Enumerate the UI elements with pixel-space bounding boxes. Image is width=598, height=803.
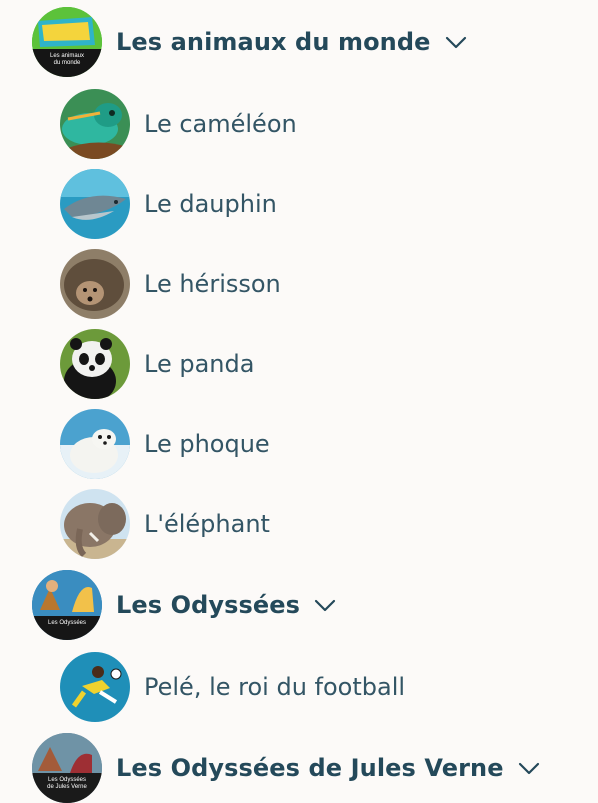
thumbnail-caption: Les animaux	[49, 53, 85, 59]
series-thumbnail: Les animaux du monde	[32, 7, 102, 77]
series-thumbnail: Les Odyssées	[32, 570, 102, 640]
episode-thumbnail	[60, 329, 130, 399]
episode-thumbnail	[60, 249, 130, 319]
series-title: Les animaux du monde	[116, 28, 431, 56]
episode-row-pele-le-roi-du-football[interactable]: Pelé, le roi du football	[60, 652, 405, 722]
thumbnail-caption: du monde	[53, 60, 81, 66]
episode-title: L'éléphant	[144, 510, 270, 538]
episode-row-l-elephant[interactable]: L'éléphant	[60, 489, 270, 559]
chevron-down-icon[interactable]	[445, 35, 467, 49]
thumbnail-caption: de Jules Verne	[47, 784, 87, 790]
episode-title: Le panda	[144, 350, 255, 378]
episode-thumbnail	[60, 89, 130, 159]
chevron-down-icon[interactable]	[518, 761, 540, 775]
episode-title: Le caméléon	[144, 110, 297, 138]
episode-row-le-cameleon[interactable]: Le caméléon	[60, 89, 297, 159]
episode-thumbnail	[60, 489, 130, 559]
podcast-series-list: Les animaux du monde Les animaux du mond…	[0, 0, 598, 803]
series-title: Les Odyssées de Jules Verne	[116, 754, 504, 782]
series-thumbnail: Les Odyssées de Jules Verne	[32, 733, 102, 803]
episode-row-le-dauphin[interactable]: Le dauphin	[60, 169, 277, 239]
series-row-les-odyssees-de-jules-verne[interactable]: Les Odyssées de Jules Verne Les Odyssées…	[32, 733, 540, 803]
series-row-les-animaux-du-monde[interactable]: Les animaux du monde Les animaux du mond…	[32, 7, 467, 77]
episode-title: Pelé, le roi du football	[144, 673, 406, 701]
episode-title: Le hérisson	[144, 270, 281, 298]
episode-row-le-herisson[interactable]: Le hérisson	[60, 249, 281, 319]
episode-thumbnail	[60, 169, 130, 239]
episode-thumbnail	[60, 652, 130, 722]
series-row-les-odyssees[interactable]: Les Odyssées Les Odyssées	[32, 570, 336, 640]
episode-thumbnail	[60, 409, 130, 479]
episode-row-le-phoque[interactable]: Le phoque	[60, 409, 270, 479]
episode-title: Le dauphin	[144, 190, 277, 218]
episode-row-le-panda[interactable]: Le panda	[60, 329, 254, 399]
series-title: Les Odyssées	[116, 591, 301, 619]
chevron-down-icon[interactable]	[314, 598, 336, 612]
thumbnail-caption: Les Odyssées	[47, 777, 87, 783]
episode-title: Le phoque	[144, 430, 270, 458]
thumbnail-caption: Les Odyssées	[47, 620, 87, 626]
